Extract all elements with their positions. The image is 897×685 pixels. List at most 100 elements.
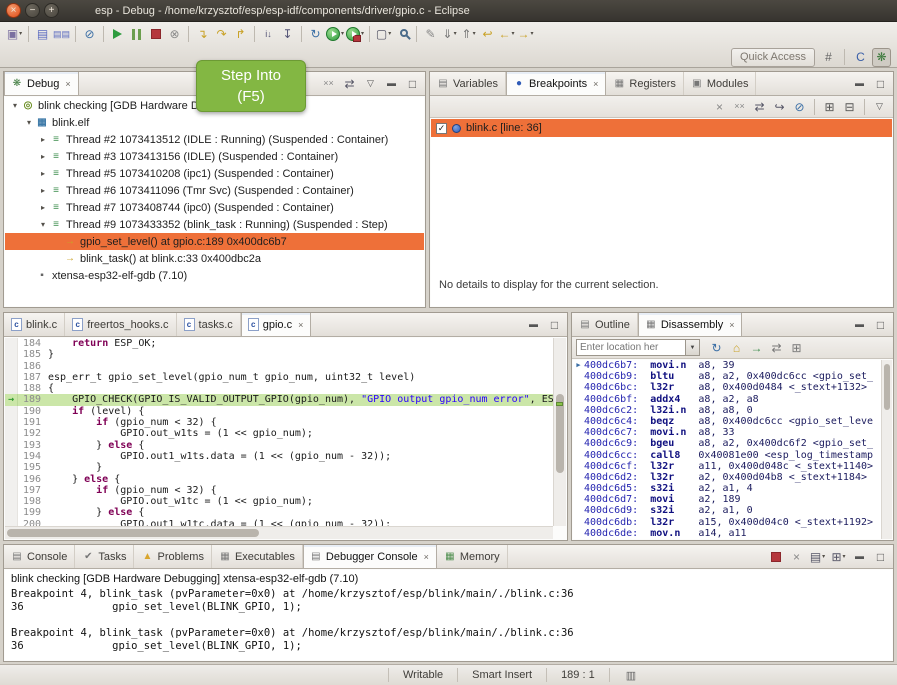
maximize-icon[interactable]: □ bbox=[403, 74, 422, 93]
collapse-all-icon[interactable]: ⊟ bbox=[840, 97, 859, 116]
editor-code[interactable]: 184 return ESP_OK;185}186187esp_err_t gp… bbox=[5, 338, 553, 526]
console-output[interactable]: blink checking [GDB Hardware Debugging] … bbox=[5, 570, 892, 660]
debug-tree-item[interactable]: ▾≡Thread #9 1073433352 (blink_task : Run… bbox=[5, 216, 424, 233]
open-console-icon[interactable]: ⊞▾ bbox=[829, 547, 848, 566]
disconnect-icon[interactable]: ⊗ bbox=[165, 25, 184, 44]
view-menu-icon[interactable]: ▽ bbox=[870, 97, 889, 116]
close-tab-icon[interactable]: × bbox=[65, 79, 70, 89]
remove-all-breakpoints-icon[interactable]: ×× bbox=[730, 97, 749, 116]
disassembly-line[interactable]: 400dc6de: mov.n a14, a11 bbox=[573, 528, 881, 539]
disassembly-line[interactable]: 400dc6d2: l32r a2, 0x400d04b8 <_stext+11… bbox=[573, 472, 881, 483]
tab-modules[interactable]: ▣Modules bbox=[684, 72, 757, 95]
perspective-cpp-icon[interactable]: C bbox=[851, 48, 870, 67]
minimize-icon[interactable]: ▬ bbox=[850, 547, 869, 566]
line-number[interactable]: 185 bbox=[18, 349, 48, 360]
disassembly-line[interactable]: ▶400dc6b7: movi.n a8, 39 bbox=[573, 360, 881, 371]
tree-expander-icon[interactable]: ▸ bbox=[37, 169, 49, 178]
line-number[interactable]: 184 bbox=[18, 338, 48, 349]
tab-console[interactable]: ▤Console bbox=[4, 545, 75, 568]
instruction-stepping-icon[interactable]: i↓ bbox=[259, 25, 278, 44]
debug-tree-item[interactable]: ▾▦blink.elf bbox=[5, 114, 424, 131]
line-number[interactable]: 189 bbox=[18, 394, 48, 405]
line-number[interactable]: 193 bbox=[18, 440, 48, 451]
minimize-icon[interactable]: ▬ bbox=[524, 315, 543, 334]
options-icon[interactable]: ⊞ bbox=[787, 338, 806, 357]
tab-tasks[interactable]: ✔Tasks bbox=[75, 545, 134, 568]
remove-all-terminated-icon[interactable]: ×× bbox=[319, 74, 338, 93]
editor-vscrollbar-thumb[interactable] bbox=[556, 394, 564, 473]
status-indicator-icon[interactable]: ▥ bbox=[626, 669, 636, 682]
perspective-debug-icon[interactable]: ❋ bbox=[872, 48, 891, 67]
goto-pc-icon[interactable]: → bbox=[747, 338, 766, 357]
disassembly-line[interactable]: 400dc6bf: addx4 a8, a2, a8 bbox=[573, 394, 881, 405]
skip-all-icon[interactable]: ⊘ bbox=[790, 97, 809, 116]
line-number[interactable]: 196 bbox=[18, 474, 48, 485]
line-number[interactable]: 197 bbox=[18, 485, 48, 496]
expand-all-icon[interactable]: ⊞ bbox=[820, 97, 839, 116]
tab-debug[interactable]: ❋Debug× bbox=[4, 72, 79, 95]
debug-tree-item[interactable]: ▸≡Thread #5 1073410208 (ipc1) (Suspended… bbox=[5, 165, 424, 182]
tab-variables[interactable]: ▤Variables bbox=[430, 72, 506, 95]
line-number[interactable]: 194 bbox=[18, 451, 48, 462]
line-number[interactable]: 186 bbox=[18, 361, 48, 372]
new-file-icon[interactable]: ▢▾ bbox=[374, 25, 393, 44]
disassembly-vscrollbar-thumb[interactable] bbox=[884, 364, 890, 410]
close-tab-icon[interactable]: × bbox=[424, 552, 429, 562]
line-number[interactable]: 188 bbox=[18, 383, 48, 394]
disassembly-line[interactable]: 400dc6c4: beqz a8, 0x400dc6cc <gpio_set_… bbox=[573, 416, 881, 427]
disassembly-vscrollbar[interactable] bbox=[881, 360, 892, 539]
disassembly-line[interactable]: 400dc6c7: movi.n a8, 33 bbox=[573, 427, 881, 438]
terminate-icon[interactable] bbox=[766, 547, 785, 566]
disassembly-line[interactable]: 400dc6db: l32r a15, 0x400d04c0 <_stext+1… bbox=[573, 517, 881, 528]
remove-launch-icon[interactable]: × bbox=[787, 547, 806, 566]
skip-all-breakpoints-icon[interactable]: ⊘ bbox=[80, 25, 99, 44]
debug-tree-item[interactable]: ▸≡Thread #3 1073413156 (IDLE) (Suspended… bbox=[5, 148, 424, 165]
step-filters-icon[interactable]: ↧ bbox=[278, 25, 297, 44]
disassembly-line[interactable]: 400dc6c2: l32i.n a8, a8, 0 bbox=[573, 405, 881, 416]
last-edit-location-icon[interactable]: ↩ bbox=[478, 25, 497, 44]
editor-vscrollbar[interactable] bbox=[553, 338, 566, 526]
line-number[interactable]: 200 bbox=[18, 519, 48, 526]
disassembly-line[interactable]: 400dc6d7: movi a2, 189 bbox=[573, 494, 881, 505]
tab-disassembly[interactable]: ▦Disassembly× bbox=[638, 313, 743, 336]
editor-hscrollbar[interactable] bbox=[5, 526, 553, 539]
disassembly-line[interactable]: 400dc6bc: l32r a8, 0x400d0484 <_stext+11… bbox=[573, 382, 881, 393]
link-source-icon[interactable]: ⇄ bbox=[767, 338, 786, 357]
step-into-icon[interactable]: ↴ bbox=[193, 25, 212, 44]
disassembly-line[interactable]: 400dc6d9: s32i a2, a1, 0 bbox=[573, 505, 881, 516]
close-tab-icon[interactable]: × bbox=[593, 79, 598, 89]
maximize-button[interactable]: + bbox=[44, 3, 59, 18]
close-tab-icon[interactable]: × bbox=[298, 320, 303, 330]
mark-occurrences-icon[interactable]: ✎ bbox=[421, 25, 440, 44]
debug-tree-item[interactable]: →blink_task() at blink.c:33 0x400dbc2a bbox=[5, 250, 424, 267]
close-button[interactable]: × bbox=[6, 3, 21, 18]
debug-tree-item[interactable]: ▸≡Thread #2 1073413512 (IDLE : Running) … bbox=[5, 131, 424, 148]
next-annotation-icon[interactable]: ⇓▾ bbox=[440, 25, 459, 44]
tab-debugger-console[interactable]: ▤Debugger Console× bbox=[303, 545, 437, 568]
display-console-icon[interactable]: ▤▾ bbox=[808, 547, 827, 566]
close-tab-icon[interactable]: × bbox=[729, 320, 734, 330]
restart-icon[interactable]: ↻ bbox=[306, 25, 325, 44]
tab-gpio-c[interactable]: cgpio.c× bbox=[241, 313, 312, 336]
tab-outline[interactable]: ▤Outline bbox=[572, 313, 638, 336]
debug-tree-item[interactable]: →gpio_set_level() at gpio.c:189 0x400dc6… bbox=[5, 233, 424, 250]
minimize-icon[interactable]: ▬ bbox=[850, 315, 869, 334]
maximize-icon[interactable]: □ bbox=[871, 547, 890, 566]
location-dropdown-icon[interactable]: ▼ bbox=[686, 339, 700, 356]
tab-registers[interactable]: ▦Registers bbox=[606, 72, 683, 95]
tree-expander-icon[interactable]: ▾ bbox=[9, 101, 21, 110]
save-icon[interactable]: ▤ bbox=[33, 25, 52, 44]
tree-expander-icon[interactable]: ▸ bbox=[37, 203, 49, 212]
line-number[interactable]: 191 bbox=[18, 417, 48, 428]
breakpoint-checkbox[interactable]: ✓ bbox=[436, 123, 447, 134]
command-groups-icon[interactable]: # bbox=[819, 48, 838, 67]
goto-file-icon[interactable]: ↪ bbox=[770, 97, 789, 116]
tab-memory[interactable]: ▦Memory bbox=[437, 545, 508, 568]
line-number[interactable]: 199 bbox=[18, 507, 48, 518]
line-number[interactable]: 198 bbox=[18, 496, 48, 507]
external-tools-icon[interactable]: ▾ bbox=[345, 25, 365, 44]
new-wizard-icon[interactable]: ▣▾ bbox=[5, 25, 24, 44]
tab-tasks-c[interactable]: ctasks.c bbox=[177, 313, 241, 336]
search-icon[interactable] bbox=[393, 25, 412, 44]
minimize-icon[interactable]: ▬ bbox=[382, 74, 401, 93]
